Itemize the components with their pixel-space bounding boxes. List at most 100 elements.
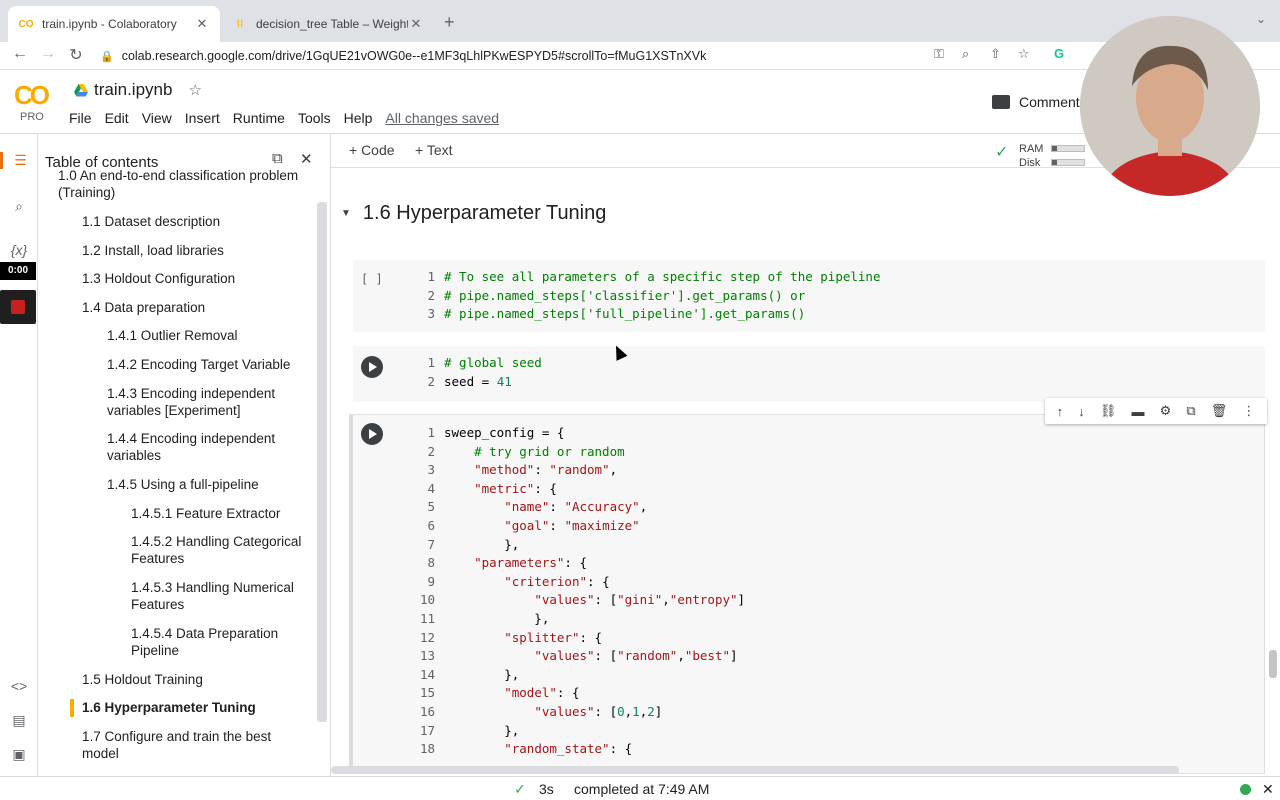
- zoom-icon[interactable]: ⌕: [962, 46, 969, 62]
- browser-tab-weights[interactable]: ⁞⁞ decision_tree Table – Weights ✕: [222, 6, 434, 42]
- toc-item[interactable]: 1.1 Dataset description: [82, 213, 220, 230]
- menu-file[interactable]: File: [69, 110, 92, 126]
- toc-current-marker: [70, 699, 74, 717]
- new-tab-plus-icon[interactable]: +: [444, 12, 455, 33]
- toc-item[interactable]: 1.4.3 Encoding independent variables [Ex…: [107, 385, 307, 419]
- recording-timer: 0:00: [0, 262, 36, 280]
- colab-favicon-icon: CO: [18, 18, 34, 30]
- menu-tools[interactable]: Tools: [298, 110, 331, 126]
- toc-item[interactable]: 1.4.5 Using a full-pipeline: [107, 476, 259, 493]
- toc-item[interactable]: 1.0 An end-to-end classification problem…: [58, 168, 308, 201]
- star-icon[interactable]: ☆: [188, 81, 201, 99]
- close-icon[interactable]: ✕: [408, 16, 424, 32]
- toc-scrollbar[interactable]: [317, 202, 327, 722]
- notebook-title[interactable]: train.ipynb: [94, 80, 172, 100]
- browser-tab-title: train.ipynb - Colaboratory: [42, 17, 177, 31]
- move-up-icon[interactable]: ↑: [1057, 404, 1064, 419]
- menu-runtime[interactable]: Runtime: [233, 110, 285, 126]
- grammarly-extension-icon[interactable]: G: [1054, 46, 1064, 61]
- line-number: 1: [427, 425, 435, 440]
- colab-logo[interactable]: CO PRO: [14, 80, 56, 123]
- line-number: 12: [419, 629, 435, 645]
- gear-icon[interactable]: ⚙: [1160, 403, 1172, 419]
- code-cell-focused[interactable]: 1 sweep_config = { 2 # try grid or random…: [349, 414, 1265, 774]
- address-bar[interactable]: 🔒 colab.research.google.com/drive/1GqUE2…: [100, 45, 1060, 67]
- line-number: 18: [419, 741, 435, 757]
- line-number: 14: [419, 666, 435, 682]
- close-panel-icon[interactable]: ✕: [300, 150, 313, 168]
- menu-help[interactable]: Help: [344, 110, 373, 126]
- horizontal-scrollbar[interactable]: [331, 766, 1179, 774]
- execution-status: completed at 7:49 AM: [574, 781, 710, 797]
- run-cell-icon[interactable]: [361, 356, 383, 378]
- line-number: 11: [419, 610, 435, 626]
- cell-code[interactable]: 1 sweep_config = { 2 # try grid or random…: [409, 424, 745, 759]
- code-cell[interactable]: [ ] 1 # To see all parameters of a specif…: [353, 260, 1265, 332]
- close-status-icon[interactable]: ✕: [1262, 781, 1274, 798]
- menu-edit[interactable]: Edit: [105, 110, 129, 126]
- line-number: 2: [427, 287, 435, 303]
- toc-item[interactable]: 1.4.5.2 Handling Categorical Features: [131, 533, 311, 567]
- reload-icon[interactable]: ↻: [66, 45, 86, 65]
- comment-icon[interactable]: ▬: [1131, 404, 1144, 419]
- close-icon[interactable]: ✕: [194, 16, 210, 32]
- google-drive-icon: [74, 83, 88, 96]
- stop-recording-button[interactable]: [0, 290, 36, 324]
- menu-bar: File Edit View Insert Runtime Tools Help…: [69, 110, 512, 126]
- line-number: 3: [427, 306, 435, 322]
- forward-arrow-icon[interactable]: →: [38, 45, 58, 63]
- line-number: 1: [427, 269, 435, 284]
- bookmark-star-icon[interactable]: ☆: [1018, 46, 1030, 62]
- vertical-scrollbar[interactable]: [1269, 650, 1277, 678]
- run-cell-icon[interactable]: [361, 423, 383, 445]
- link-icon[interactable]: ⛓: [1100, 403, 1117, 419]
- toc-item[interactable]: 1.4.5.3 Handling Numerical Features: [131, 579, 311, 613]
- toc-item[interactable]: 1.4 Data preparation: [82, 299, 205, 316]
- collapse-triangle-icon[interactable]: ▼: [341, 208, 351, 219]
- cell-toolbar: ↑ ↓ ⛓ ▬ ⚙ ⧉ 🗑 ⋮: [1045, 398, 1267, 424]
- search-icon[interactable]: ⌕: [0, 198, 38, 215]
- toc-item[interactable]: 1.4.4 Encoding independent variables: [107, 430, 307, 464]
- variables-icon[interactable]: {x}: [0, 242, 38, 258]
- code-snippets-icon[interactable]: <>: [0, 678, 38, 694]
- delete-icon[interactable]: 🗑: [1211, 403, 1228, 419]
- terminal-icon[interactable]: ▣: [0, 746, 38, 763]
- save-status-link[interactable]: All changes saved: [385, 110, 499, 126]
- toc-item-current[interactable]: 1.6 Hyperparameter Tuning: [82, 699, 256, 716]
- add-text-button[interactable]: + Text: [415, 142, 453, 158]
- url-text: colab.research.google.com/drive/1GqUE21v…: [121, 49, 707, 63]
- cell-code[interactable]: 1 # To see all parameters of a specific s…: [409, 268, 880, 324]
- line-number: 6: [427, 517, 435, 533]
- colab-plan-label: PRO: [20, 111, 44, 123]
- open-in-tab-icon[interactable]: ⧉: [272, 150, 283, 167]
- menu-insert[interactable]: Insert: [185, 110, 220, 126]
- tab-search-chevron-icon[interactable]: ⌄: [1256, 12, 1266, 26]
- code-cell[interactable]: 1 # global seed 2 seed = 41: [353, 346, 1265, 402]
- browser-tab-strip: CO train.ipynb - Colaboratory ✕ ⁞⁞ decis…: [0, 0, 1280, 42]
- move-down-icon[interactable]: ↓: [1078, 404, 1085, 419]
- share-icon[interactable]: ⇧: [990, 46, 1001, 62]
- cell-code[interactable]: 1 # global seed 2 seed = 41: [409, 354, 541, 391]
- comment-button[interactable]: Comment: [992, 94, 1080, 110]
- toc-item[interactable]: 1.4.5.1 Feature Extractor: [131, 505, 280, 522]
- toc-item[interactable]: 1.4.1 Outlier Removal: [107, 327, 238, 344]
- toc-item[interactable]: 1.2 Install, load libraries: [82, 242, 224, 259]
- back-arrow-icon[interactable]: ←: [10, 45, 30, 63]
- completed-check-icon: ✓: [514, 781, 526, 797]
- table-of-contents-icon[interactable]: ☰: [0, 152, 38, 169]
- command-palette-icon[interactable]: ▤: [0, 712, 38, 729]
- toc-item[interactable]: 1.4.5.4 Data Preparation Pipeline: [131, 625, 291, 659]
- browser-tab-colab[interactable]: CO train.ipynb - Colaboratory ✕: [8, 6, 220, 42]
- toc-item[interactable]: 1.7 Configure and train the best model: [82, 728, 292, 762]
- mirror-cell-icon[interactable]: ⧉: [1186, 403, 1195, 419]
- menu-view[interactable]: View: [142, 110, 172, 126]
- left-icon-rail: ☰ ⌕ {x} 0:00 <> ▤ ▣: [0, 134, 38, 776]
- toc-item[interactable]: 1.4.2 Encoding Target Variable: [107, 356, 290, 373]
- key-icon[interactable]: ⚿: [934, 46, 944, 62]
- line-number: 9: [427, 573, 435, 589]
- cell-execution-bracket[interactable]: [ ]: [361, 272, 383, 286]
- add-code-button[interactable]: + Code: [349, 142, 395, 158]
- toc-item[interactable]: 1.5 Holdout Training: [82, 671, 203, 688]
- more-vert-icon[interactable]: ⋮: [1242, 403, 1255, 419]
- toc-item[interactable]: 1.3 Holdout Configuration: [82, 270, 235, 287]
